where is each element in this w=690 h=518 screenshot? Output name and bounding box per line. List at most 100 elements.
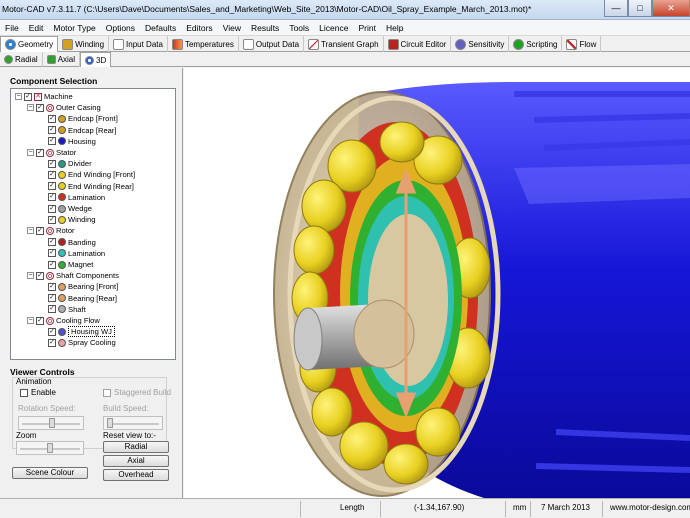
menu-licence[interactable]: Licence xyxy=(314,23,353,33)
visibility-checkbox[interactable]: ✓ xyxy=(36,103,44,112)
tab-circuit-editor[interactable]: Circuit Editor xyxy=(384,36,452,52)
tree-node[interactable]: ✓ Endcap [Rear] xyxy=(39,125,117,136)
tree-expander[interactable]: − xyxy=(27,227,34,235)
rotation-speed-slider[interactable] xyxy=(18,416,84,430)
visibility-checkbox[interactable]: ✓ xyxy=(48,159,56,168)
menu-edit[interactable]: Edit xyxy=(24,23,49,33)
3d-viewport[interactable] xyxy=(184,68,690,498)
tree-node[interactable]: ✓ End Winding [Front] xyxy=(39,169,135,180)
tab-geometry[interactable]: Geometry xyxy=(0,36,59,52)
tree-node[interactable]: − ✓ ✕ Machine xyxy=(15,91,73,102)
menu-motor-type[interactable]: Motor Type xyxy=(48,23,100,33)
visibility-checkbox[interactable]: ✓ xyxy=(48,260,56,269)
tree-node[interactable]: ✓ Housing WJ xyxy=(39,326,115,338)
visibility-checkbox[interactable]: ✓ xyxy=(48,238,56,247)
component-color-icon xyxy=(58,294,66,303)
menu-view[interactable]: View xyxy=(218,23,246,33)
staggered-build-checkbox[interactable] xyxy=(103,389,111,397)
tree-node[interactable]: ✓ Bearing [Front] xyxy=(39,281,118,292)
visibility-checkbox[interactable]: ✓ xyxy=(48,249,56,258)
visibility-checkbox[interactable]: ✓ xyxy=(48,126,56,135)
slider-thumb[interactable] xyxy=(49,418,55,428)
tree-node[interactable]: ✓ Lamination xyxy=(39,248,105,259)
tree-node[interactable]: ✓ Banding xyxy=(39,237,96,248)
component-color-icon xyxy=(58,282,66,291)
component-color-icon xyxy=(58,327,66,336)
zoom-slider[interactable] xyxy=(16,441,84,455)
tab-axial[interactable]: Axial xyxy=(43,52,81,67)
tree-node[interactable]: ✓ Winding xyxy=(39,214,95,225)
menu-editors[interactable]: Editors xyxy=(181,23,217,33)
tree-node[interactable]: − ✓ Cooling Flow xyxy=(27,315,100,326)
maximize-button[interactable]: □ xyxy=(628,0,652,17)
component-color-icon xyxy=(58,238,66,247)
tree-node[interactable]: ✓ Housing xyxy=(39,136,96,147)
tree-node[interactable]: ✓ Bearing [Rear] xyxy=(39,293,117,304)
tab-transient-graph[interactable]: Transient Graph xyxy=(304,36,384,52)
tree-node[interactable]: ✓ Endcap [Front] xyxy=(39,113,118,124)
visibility-checkbox[interactable]: ✓ xyxy=(36,226,44,235)
menu-print[interactable]: Print xyxy=(353,23,380,33)
slider-thumb[interactable] xyxy=(107,418,113,428)
tab-output-data[interactable]: Output Data xyxy=(239,36,305,52)
menu-file[interactable]: File xyxy=(0,23,24,33)
close-button[interactable]: ✕ xyxy=(652,0,690,17)
component-tree[interactable]: − ✓ ✕ Machine − ✓ Outer Casing ✓ Endcap [Front] ✓… xyxy=(10,88,176,360)
tree-node[interactable]: ✓ Shaft xyxy=(39,304,86,315)
visibility-checkbox[interactable]: ✓ xyxy=(48,137,56,146)
visibility-checkbox[interactable]: ✓ xyxy=(48,170,56,179)
visibility-checkbox[interactable]: ✓ xyxy=(48,182,56,191)
tab-temperatures[interactable]: Temperatures xyxy=(168,36,239,52)
tree-node[interactable]: − ✓ Stator xyxy=(27,147,76,158)
tree-node[interactable]: ✓ Divider xyxy=(39,158,92,169)
tab-3d[interactable]: 3D xyxy=(80,52,112,67)
tree-expander[interactable]: − xyxy=(27,317,34,324)
tree-expander[interactable]: − xyxy=(27,104,34,112)
tree-node[interactable]: ✓ Spray Cooling xyxy=(39,337,116,348)
menu-results[interactable]: Results xyxy=(246,23,284,33)
tree-node[interactable]: ✓ Wedge xyxy=(39,203,92,214)
enable-checkbox[interactable] xyxy=(20,389,28,397)
visibility-checkbox[interactable]: ✓ xyxy=(48,114,56,123)
menu-options[interactable]: Options xyxy=(101,23,140,33)
tab-input-data[interactable]: Input Data xyxy=(109,36,168,52)
visibility-checkbox[interactable]: ✓ xyxy=(48,204,56,213)
tree-expander[interactable]: − xyxy=(27,272,34,280)
slider-thumb[interactable] xyxy=(47,443,53,453)
tree-node[interactable]: ✓ Lamination xyxy=(39,192,105,203)
menu-defaults[interactable]: Defaults xyxy=(140,23,181,33)
tree-node[interactable]: − ✓ Rotor xyxy=(27,225,75,236)
tab-winding[interactable]: Winding xyxy=(58,36,110,52)
visibility-checkbox[interactable]: ✓ xyxy=(24,92,32,101)
tree-node-label: Rotor xyxy=(56,226,75,236)
menu-tools[interactable]: Tools xyxy=(284,23,314,33)
visibility-checkbox[interactable]: ✓ xyxy=(48,327,56,336)
tab-scripting[interactable]: Scripting xyxy=(509,36,563,52)
visibility-checkbox[interactable]: ✓ xyxy=(36,148,44,157)
visibility-checkbox[interactable]: ✓ xyxy=(48,305,56,314)
shaft-end xyxy=(293,307,323,371)
visibility-checkbox[interactable]: ✓ xyxy=(48,282,56,291)
tree-expander[interactable]: − xyxy=(15,93,22,100)
radial-view-button[interactable]: Radial xyxy=(103,441,169,453)
visibility-checkbox[interactable]: ✓ xyxy=(36,271,44,280)
minimize-button[interactable]: — xyxy=(604,0,628,17)
visibility-checkbox[interactable]: ✓ xyxy=(48,294,56,303)
tree-node[interactable]: − ✓ Shaft Components xyxy=(27,270,119,281)
tab-sensitivity[interactable]: Sensitivity xyxy=(451,36,510,52)
axial-view-button[interactable]: Axial xyxy=(103,455,169,467)
visibility-checkbox[interactable]: ✓ xyxy=(48,338,56,347)
tree-node[interactable]: ✓ End Winding [Rear] xyxy=(39,181,134,192)
tab-flow[interactable]: Flow xyxy=(562,36,602,52)
tree-node[interactable]: − ✓ Outer Casing xyxy=(27,102,101,113)
tab-radial[interactable]: Radial xyxy=(0,52,43,67)
visibility-checkbox[interactable]: ✓ xyxy=(48,193,56,202)
menu-help[interactable]: Help xyxy=(381,23,408,33)
tree-expander[interactable]: − xyxy=(27,149,34,156)
overhead-view-button[interactable]: Overhead xyxy=(103,469,169,481)
scene-colour-button[interactable]: Scene Colour xyxy=(12,467,88,479)
visibility-checkbox[interactable]: ✓ xyxy=(36,316,44,325)
visibility-checkbox[interactable]: ✓ xyxy=(48,215,56,224)
tree-node[interactable]: ✓ Magnet xyxy=(39,259,93,270)
build-speed-slider[interactable] xyxy=(103,416,163,430)
